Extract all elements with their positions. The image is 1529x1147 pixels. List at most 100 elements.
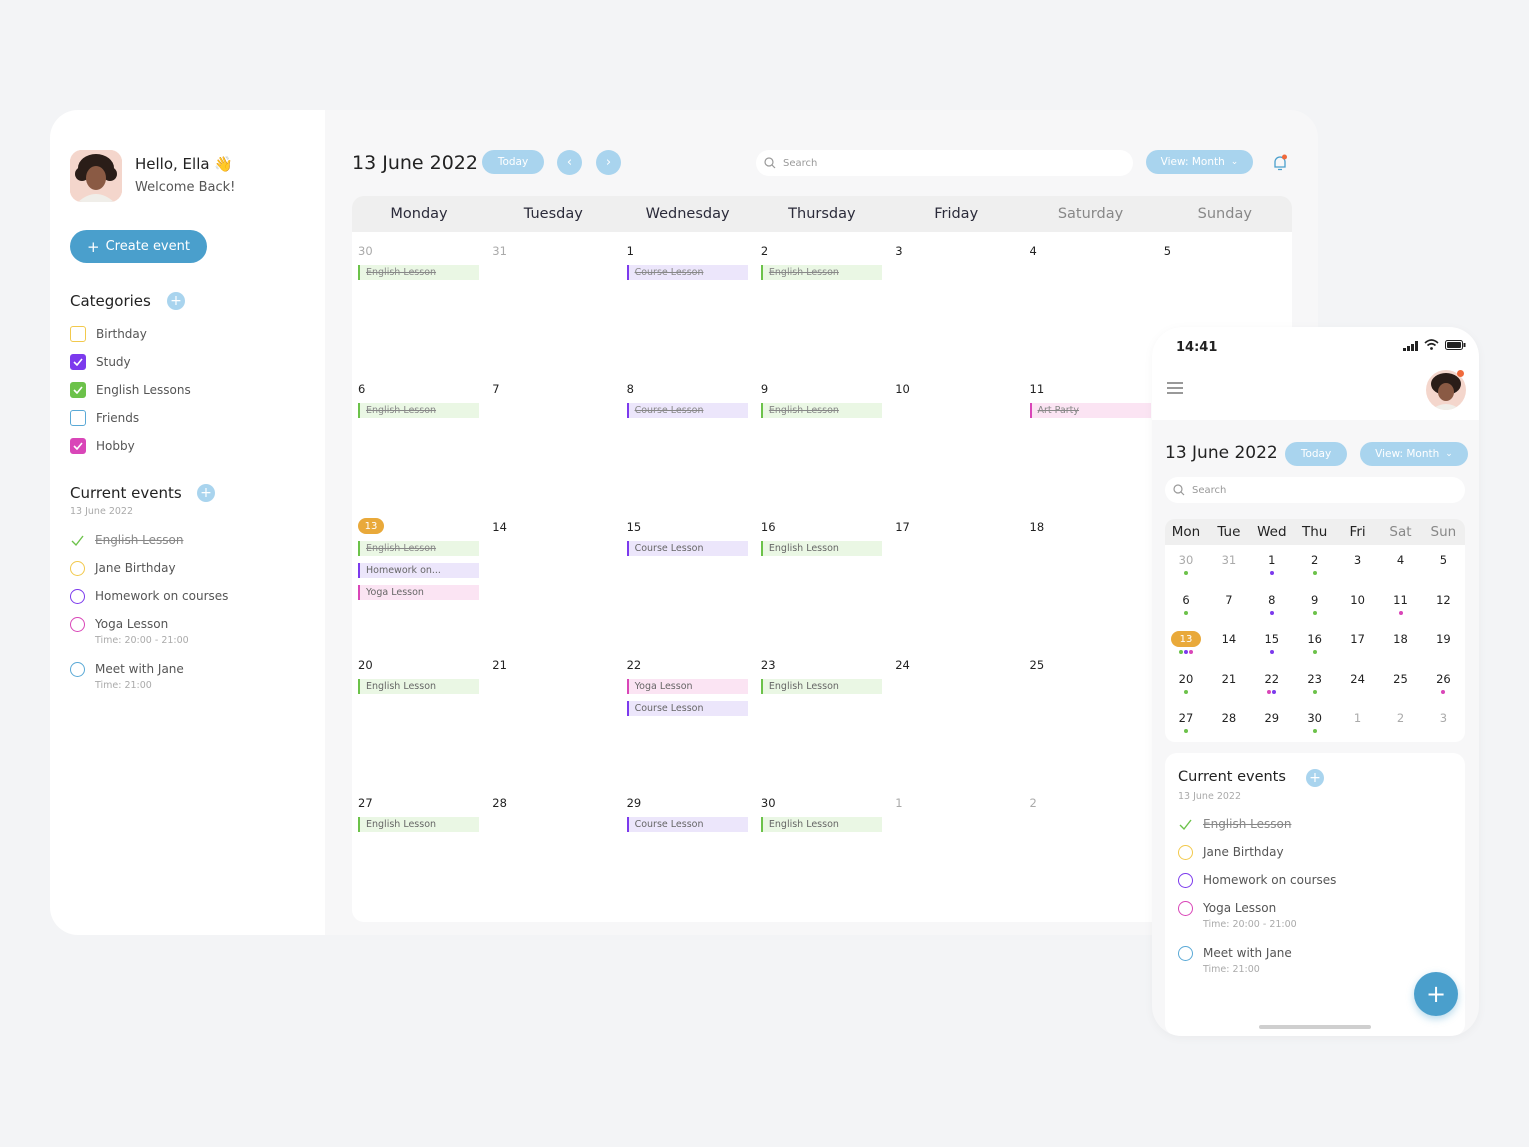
day-number[interactable]: 3 [895, 244, 902, 258]
view-select[interactable]: View: Month ⌄ [1146, 150, 1253, 174]
event-item[interactable]: Jane Birthday [70, 561, 176, 576]
checkbox-checked-icon[interactable] [70, 382, 86, 398]
calendar-event[interactable]: English Lesson [760, 541, 882, 556]
event-item[interactable]: Meet with Jane Time: 21:00 [1178, 946, 1292, 975]
day-number[interactable]: 30 [761, 796, 776, 810]
calendar-event[interactable]: Art Party [1029, 403, 1151, 418]
category-item[interactable]: Study [70, 354, 131, 370]
calendar-event[interactable]: English Lesson [760, 679, 882, 694]
fab-add-button[interactable]: + [1414, 972, 1458, 1016]
day-number[interactable]: 4 [1030, 244, 1037, 258]
mobile-add-event-button[interactable]: + [1306, 769, 1324, 787]
mini-day-number[interactable]: 3 [1422, 711, 1464, 725]
mini-day-number[interactable]: 22 [1251, 672, 1293, 686]
event-item[interactable]: English Lesson [1178, 817, 1291, 832]
mini-day-number[interactable]: 7 [1208, 593, 1250, 607]
calendar-event[interactable]: English Lesson [358, 679, 479, 694]
mini-day-number[interactable]: 29 [1251, 711, 1293, 725]
circle-icon[interactable] [70, 617, 85, 632]
mini-day-number[interactable]: 16 [1294, 632, 1336, 646]
day-number[interactable]: 8 [627, 382, 634, 396]
mini-day-number[interactable]: 2 [1380, 711, 1422, 725]
circle-icon[interactable] [70, 561, 85, 576]
calendar-event[interactable]: English Lesson [760, 265, 882, 280]
day-number[interactable]: 14 [492, 520, 507, 534]
mini-day-number[interactable]: 9 [1294, 593, 1336, 607]
day-number[interactable]: 23 [761, 658, 776, 672]
mini-day-number[interactable]: 20 [1165, 672, 1207, 686]
mini-day-number[interactable]: 3 [1337, 553, 1379, 567]
event-item[interactable]: Yoga Lesson Time: 20:00 - 21:00 [70, 617, 189, 646]
check-icon[interactable] [70, 533, 85, 548]
mini-day-number[interactable]: 25 [1380, 672, 1422, 686]
mini-day-number[interactable]: 4 [1380, 553, 1422, 567]
add-event-button[interactable]: + [197, 484, 215, 502]
mini-day-number[interactable]: 21 [1208, 672, 1250, 686]
mini-day-number[interactable]: 24 [1337, 672, 1379, 686]
calendar-event[interactable]: Course Lesson [626, 817, 748, 832]
day-number[interactable]: 2 [761, 244, 768, 258]
calendar-event[interactable]: Yoga Lesson [626, 679, 748, 694]
prev-button[interactable]: ‹ [557, 150, 582, 175]
menu-icon[interactable] [1167, 382, 1183, 394]
mini-day-number[interactable]: 30 [1294, 711, 1336, 725]
mini-day-number[interactable]: 17 [1337, 632, 1379, 646]
mini-day-number[interactable]: 1 [1337, 711, 1379, 725]
day-number[interactable]: 2 [1030, 796, 1037, 810]
day-number[interactable]: 1 [627, 244, 634, 258]
day-number[interactable]: 15 [627, 520, 642, 534]
mini-day-number[interactable]: 10 [1337, 593, 1379, 607]
day-number[interactable]: 22 [627, 658, 642, 672]
day-number[interactable]: 31 [492, 244, 507, 258]
day-number[interactable]: 1 [895, 796, 902, 810]
mini-day-number[interactable]: 14 [1208, 632, 1250, 646]
day-number[interactable]: 27 [358, 796, 373, 810]
mini-day-number[interactable]: 11 [1380, 593, 1422, 607]
mini-day-number[interactable]: 8 [1251, 593, 1293, 607]
checkbox-checked-icon[interactable] [70, 438, 86, 454]
mobile-view-select[interactable]: View: Month ⌄ [1360, 442, 1468, 466]
mini-day-number[interactable]: 6 [1165, 593, 1207, 607]
day-number[interactable]: 30 [358, 244, 373, 258]
create-event-button[interactable]: + Create event [70, 230, 207, 263]
mini-today-badge[interactable]: 13 [1171, 631, 1201, 647]
mini-day-number[interactable]: 31 [1208, 553, 1250, 567]
user-avatar[interactable] [70, 150, 122, 202]
event-item[interactable]: Meet with Jane Time: 21:00 [70, 662, 184, 691]
search-bar[interactable]: Search [756, 150, 1133, 176]
calendar-event[interactable]: English Lesson [358, 817, 479, 832]
checkbox-checked-icon[interactable] [70, 354, 86, 370]
calendar-event[interactable]: Course Lesson [626, 265, 748, 280]
mini-day-number[interactable]: 23 [1294, 672, 1336, 686]
day-number[interactable]: 7 [492, 382, 499, 396]
day-number[interactable]: 16 [761, 520, 776, 534]
calendar-event[interactable]: English Lesson [358, 265, 479, 280]
next-button[interactable]: › [596, 150, 621, 175]
category-item[interactable]: Birthday [70, 326, 147, 342]
day-number[interactable]: 29 [627, 796, 642, 810]
day-number[interactable]: 25 [1030, 658, 1045, 672]
day-number[interactable]: 10 [895, 382, 910, 396]
mobile-search-bar[interactable]: Search [1165, 477, 1465, 503]
calendar-event[interactable]: English Lesson [760, 403, 882, 418]
calendar-event[interactable]: Course Lesson [626, 403, 748, 418]
day-number[interactable]: 11 [1030, 382, 1045, 396]
mini-day-number[interactable]: 19 [1422, 632, 1464, 646]
mini-day-number[interactable]: 12 [1422, 593, 1464, 607]
day-number[interactable]: 20 [358, 658, 373, 672]
circle-icon[interactable] [1178, 946, 1193, 961]
day-number[interactable]: 28 [492, 796, 507, 810]
event-item[interactable]: Jane Birthday [1178, 845, 1284, 860]
calendar-event[interactable]: English Lesson [760, 817, 882, 832]
today-badge[interactable]: 13 [358, 518, 384, 534]
circle-icon[interactable] [1178, 901, 1193, 916]
event-item[interactable]: English Lesson [70, 533, 183, 548]
mini-day-number[interactable]: 2 [1294, 553, 1336, 567]
calendar-event[interactable]: English Lesson [358, 541, 479, 556]
day-number[interactable]: 9 [761, 382, 768, 396]
category-item[interactable]: Hobby [70, 438, 135, 454]
circle-icon[interactable] [70, 589, 85, 604]
calendar-event[interactable]: Yoga Lesson [358, 585, 479, 600]
calendar-event[interactable]: Course Lesson [626, 701, 748, 716]
event-item[interactable]: Homework on courses [1178, 873, 1336, 888]
